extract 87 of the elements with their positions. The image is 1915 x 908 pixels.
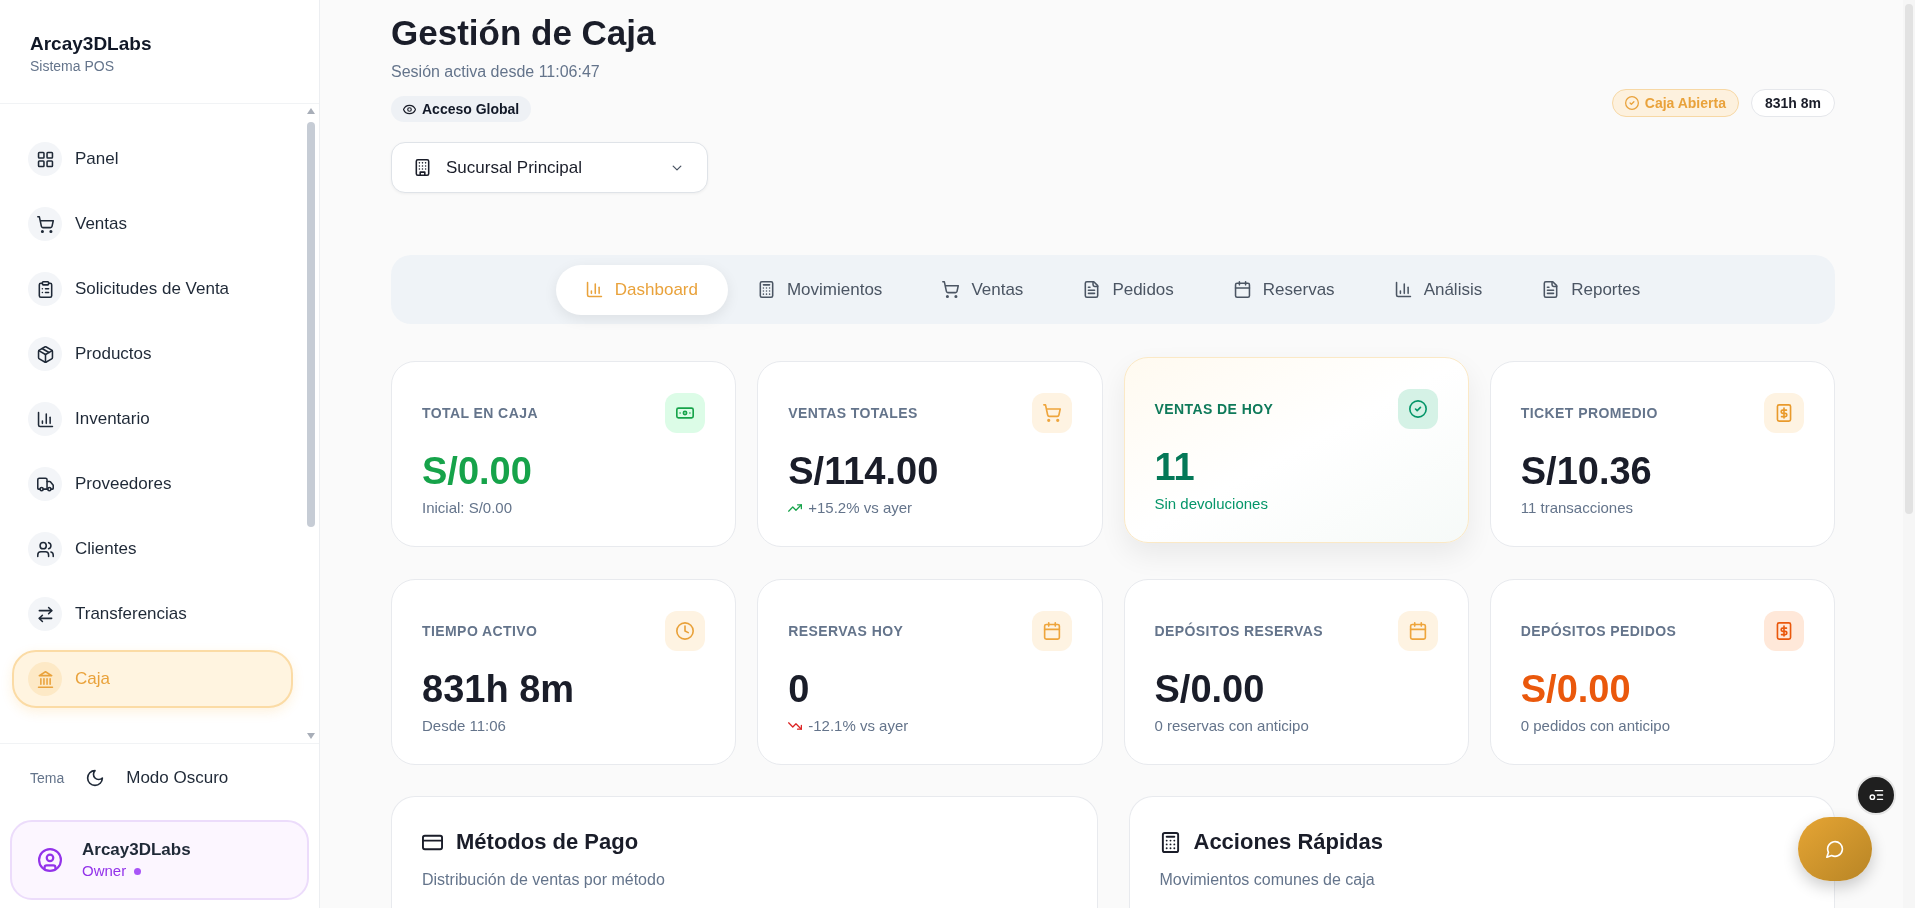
stat-value: 11 — [1154, 448, 1196, 486]
building-icon — [414, 159, 431, 176]
bar-chart-icon — [1394, 281, 1412, 298]
calculator-icon — [1159, 831, 1181, 853]
moon-icon — [86, 769, 105, 787]
banknote-icon — [665, 393, 706, 433]
tab[interactable]: Ventas — [912, 264, 1054, 315]
stat-label: TOTAL EN CAJA — [422, 403, 538, 423]
bar-chart-icon — [585, 281, 603, 298]
access-label: Acceso Global — [422, 99, 520, 119]
stat-label: DEPÓSITOS PEDIDOS — [1520, 621, 1677, 641]
tab[interactable]: Pedidos — [1053, 264, 1204, 315]
stat-value: S/0.00 — [422, 452, 533, 490]
sidebar-item[interactable]: Panel — [12, 130, 293, 188]
calendar-icon — [1031, 611, 1072, 651]
grid-icon — [28, 142, 62, 176]
calendar-icon — [1397, 611, 1438, 651]
stat-value: S/10.36 — [1520, 452, 1653, 490]
dollar-icon — [1764, 393, 1804, 433]
tab[interactable]: Reportes — [1512, 264, 1671, 315]
sidebar-item[interactable]: Transferencias — [12, 585, 293, 643]
calculator-icon — [757, 281, 775, 298]
stat-note: 11 transacciones — [1520, 498, 1634, 518]
uptime-badge: 831h 8m — [1750, 89, 1835, 117]
bank-icon — [28, 662, 62, 696]
clock-icon — [665, 611, 706, 651]
stat-label: RESERVAS HOY — [788, 621, 904, 641]
tab[interactable]: Movimientos — [727, 264, 913, 315]
users-icon — [28, 532, 62, 566]
user-name: Arcay3DLabs — [82, 839, 191, 861]
panel-title: Métodos de Pago — [456, 828, 639, 856]
stat-label: TIEMPO ACTIVO — [422, 621, 538, 641]
stat-value: 0 — [788, 670, 811, 708]
stat-label: TICKET PROMEDIO — [1520, 403, 1658, 423]
panel-subtitle: Distribución de ventas por método — [422, 870, 666, 890]
user-avatar-icon — [38, 848, 62, 872]
floating-tools-button[interactable] — [1856, 775, 1896, 815]
stat-note: Inicial: S/0.00 — [422, 498, 513, 518]
stat-value: S/0.00 — [1520, 670, 1632, 708]
stat-label: DEPÓSITOS RESERVAS — [1154, 621, 1324, 641]
cart-icon — [28, 207, 62, 241]
stat-note: -12.1% vs ayer — [808, 716, 909, 736]
stat-note: 0 reservas con anticipo — [1154, 716, 1309, 736]
tab[interactable]: Análisis — [1364, 264, 1513, 315]
panel-title: Acciones Rápidas — [1193, 828, 1383, 856]
stat-note: Desde 11:06 — [422, 716, 506, 736]
chat-bubble-icon — [1826, 840, 1844, 858]
circle-lines-icon — [1868, 787, 1884, 803]
sidebar-item[interactable]: Inventario — [12, 390, 293, 448]
sidebar-item[interactable]: Productos — [12, 325, 293, 383]
user-card[interactable]: Arcay3DLabs Owner — [10, 820, 309, 900]
clipboard-icon — [28, 272, 62, 306]
stat-label: VENTAS DE HOY — [1154, 399, 1274, 419]
dollar-icon — [1764, 611, 1804, 651]
document-icon — [1083, 281, 1101, 298]
sidebar-item[interactable]: Solicitudes de Venta — [12, 260, 293, 318]
brand-subtitle: Sistema POS — [30, 57, 116, 76]
session-info: Sesión activa desde 11:06:47 — [391, 62, 600, 82]
stat-value: 831h 8m — [422, 670, 576, 708]
sidebar-item[interactable]: Proveedores — [12, 455, 293, 513]
cart-icon — [1031, 393, 1072, 433]
tab[interactable]: Reservas — [1203, 264, 1365, 315]
dark-mode-toggle[interactable]: Modo Oscuro — [86, 765, 229, 791]
eye-icon — [403, 102, 416, 116]
stat-note: +15.2% vs ayer — [808, 498, 913, 518]
sidebar-item[interactable]: Ventas — [12, 195, 293, 253]
stat-note: Sin devoluciones — [1154, 494, 1268, 514]
box-icon — [28, 337, 62, 371]
brand-name: Arcay3DLabs — [30, 32, 153, 56]
panel-subtitle: Movimientos comunes de caja — [1159, 870, 1376, 890]
check-circle-icon — [1624, 96, 1639, 110]
stat-value: S/114.00 — [788, 452, 940, 490]
stat-label: VENTAS TOTALES — [788, 403, 918, 423]
document-icon — [1542, 281, 1560, 298]
truck-icon — [28, 467, 62, 501]
stat-value: S/0.00 — [1154, 670, 1266, 708]
arrows-icon — [28, 597, 62, 631]
stat-note: 0 pedidos con anticipo — [1520, 716, 1671, 736]
bar-chart-icon — [28, 402, 62, 436]
theme-label: Tema — [30, 768, 65, 788]
calendar-icon — [1233, 281, 1251, 298]
branch-select[interactable]: Sucursal Principal — [391, 142, 708, 193]
page-title: Gestión de Caja — [391, 12, 656, 54]
cart-icon — [942, 281, 960, 298]
user-role: Owner — [82, 861, 127, 881]
sidebar-item[interactable]: Clientes — [12, 520, 293, 578]
status-label: Caja Abierta — [1644, 93, 1726, 113]
